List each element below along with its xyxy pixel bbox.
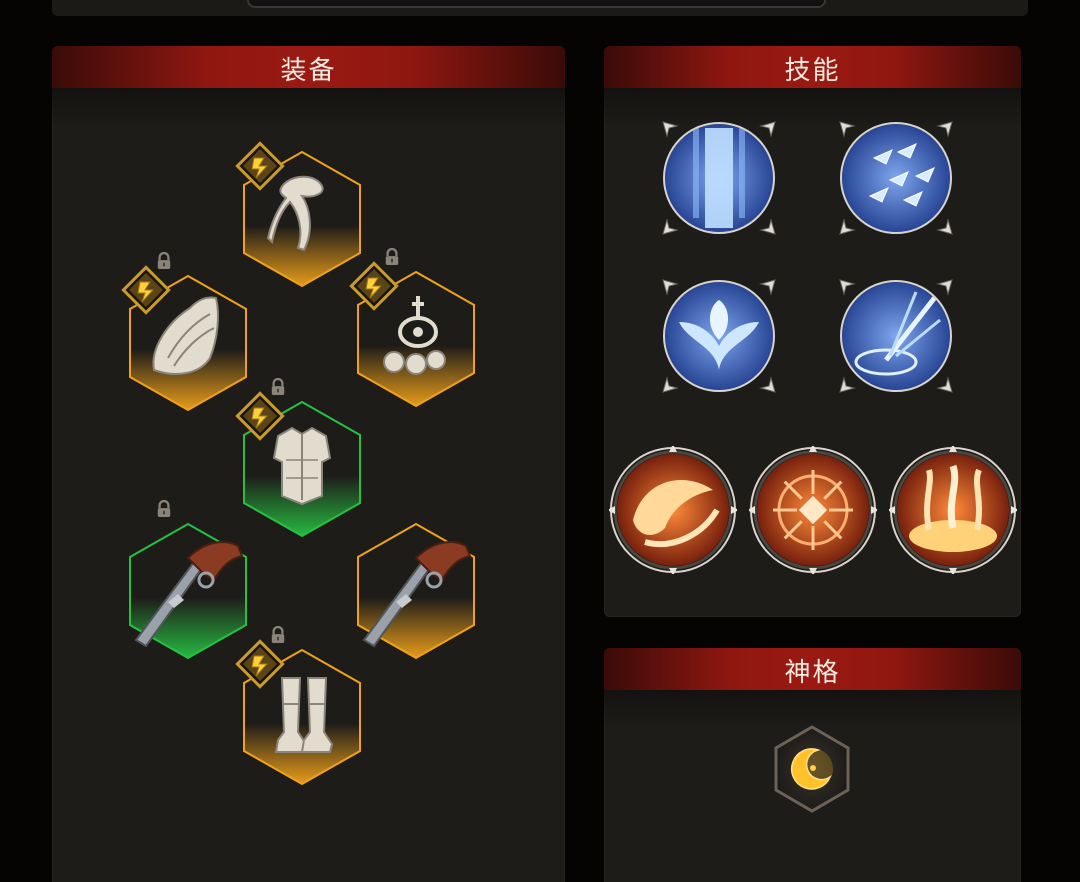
divinity-title: 神格 xyxy=(784,658,841,688)
crescent-moon-icon[interactable] xyxy=(772,725,852,813)
equipment-slot-headgear[interactable] xyxy=(235,141,362,288)
ice-pillar-icon xyxy=(662,121,776,235)
rarity-badge-icon xyxy=(235,391,285,441)
character-screen: 装备 技能 神格 xyxy=(0,0,1080,882)
skill-ice-shards[interactable] xyxy=(836,118,956,238)
fire-wave-icon xyxy=(609,446,737,574)
equipment-slot-amulet[interactable] xyxy=(349,248,476,408)
skills-header: 技能 xyxy=(604,46,1021,88)
equipment-title: 装备 xyxy=(280,56,337,86)
lock-icon xyxy=(385,248,399,265)
divinity-header: 神格 xyxy=(604,648,1021,690)
rarity-badge-icon xyxy=(121,265,171,315)
skill-fire-sigil[interactable] xyxy=(749,446,877,574)
lock-icon xyxy=(157,252,171,269)
frost-bloom-icon xyxy=(662,279,776,393)
frost-strike-icon xyxy=(839,279,953,393)
flintlock-pistol-icon xyxy=(357,522,475,660)
skill-frost-bloom[interactable] xyxy=(659,276,779,396)
lock-icon xyxy=(271,626,285,643)
rarity-badge-icon xyxy=(349,261,399,311)
fire-pillars-icon xyxy=(889,446,1017,574)
equipment-slot-shoulder[interactable] xyxy=(121,252,248,412)
lock-icon xyxy=(157,500,171,517)
flintlock-pistol-icon xyxy=(129,522,247,660)
lock-icon xyxy=(271,378,285,395)
ice-shards-icon xyxy=(839,121,953,235)
rarity-badge-icon xyxy=(235,639,285,689)
equipment-slot-weapon-left[interactable] xyxy=(128,500,248,660)
skill-fire-wave[interactable] xyxy=(609,446,737,574)
top-bar xyxy=(52,0,1028,16)
skill-fire-pillars[interactable] xyxy=(889,446,1017,574)
fire-sigil-icon xyxy=(749,446,877,574)
skill-ice-pillar[interactable] xyxy=(659,118,779,238)
equipment-slot-weapon-right[interactable] xyxy=(356,522,476,660)
equipment-slot-body[interactable] xyxy=(235,378,362,538)
top-field xyxy=(247,0,826,8)
skill-frost-strike[interactable] xyxy=(836,276,956,396)
equipment-header: 装备 xyxy=(52,46,565,88)
rarity-badge-icon xyxy=(235,141,285,191)
skills-title: 技能 xyxy=(784,56,841,86)
equipment-slot-boots[interactable] xyxy=(235,626,362,786)
